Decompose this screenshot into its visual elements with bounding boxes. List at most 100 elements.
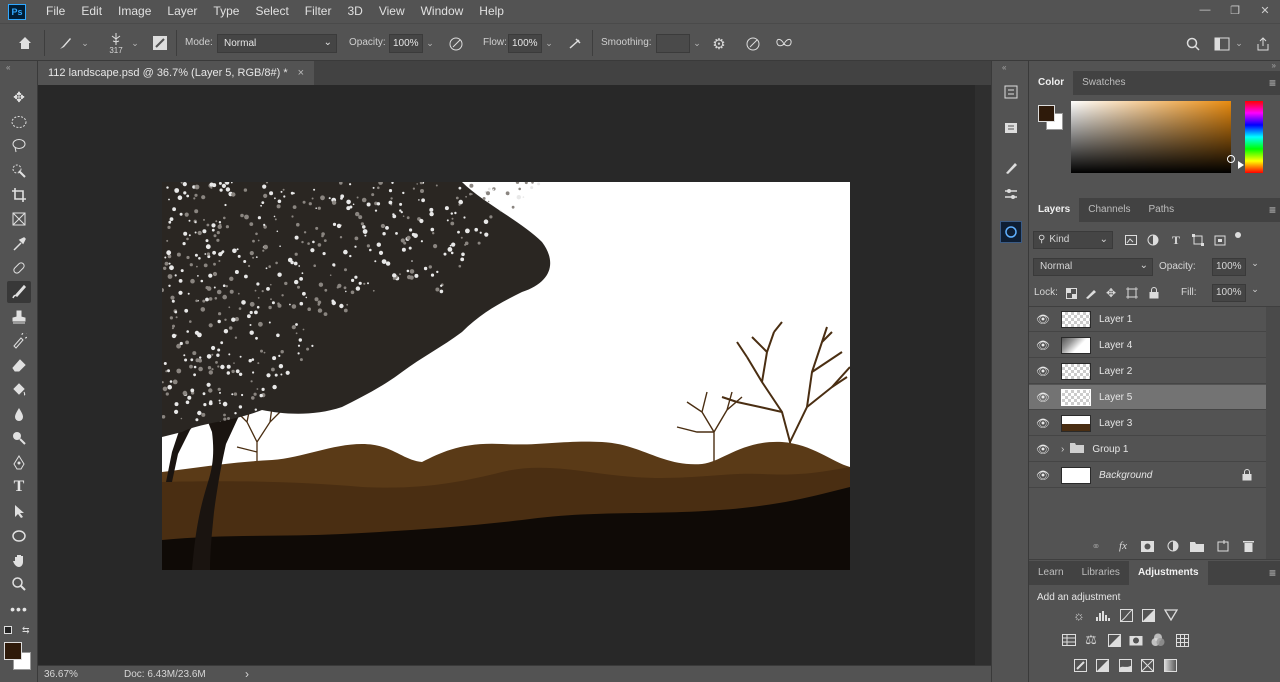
restore-button[interactable]: ❐: [1220, 0, 1250, 20]
document-canvas[interactable]: [162, 182, 850, 570]
airbrush-icon[interactable]: [565, 34, 585, 54]
chevron-down-icon[interactable]: ⌄: [423, 34, 437, 53]
new-group-icon[interactable]: [1189, 538, 1205, 554]
collapse-icon[interactable]: «: [1002, 63, 1006, 72]
filter-adjustment-icon[interactable]: [1145, 232, 1161, 248]
chevron-down-icon[interactable]: ⌄: [128, 34, 142, 53]
filter-pixel-icon[interactable]: [1123, 232, 1139, 248]
vibrance-icon[interactable]: [1163, 607, 1179, 623]
ellipse-tool-icon[interactable]: [7, 525, 31, 547]
visibility-eye-icon[interactable]: 👁: [1029, 391, 1057, 404]
menu-help[interactable]: Help: [471, 0, 512, 23]
brush-size-picker[interactable]: 317: [104, 28, 128, 58]
brush-settings-panel-icon[interactable]: [1000, 183, 1022, 205]
smoothing-input[interactable]: [656, 34, 690, 53]
quick-selection-tool-icon[interactable]: [7, 160, 31, 182]
layer-row[interactable]: 👁 Layer 3: [1029, 411, 1266, 436]
chevron-right-icon[interactable]: ›: [1061, 444, 1064, 455]
layer-row-background[interactable]: 👁 Background: [1029, 463, 1266, 488]
layer-row[interactable]: 👁 Layer 2: [1029, 359, 1266, 384]
home-icon[interactable]: [14, 33, 36, 53]
tab-adjustments[interactable]: Adjustments: [1128, 561, 1208, 585]
gear-icon[interactable]: ⚙: [709, 34, 729, 54]
path-selection-tool-icon[interactable]: [7, 500, 31, 522]
tab-color[interactable]: Color: [1029, 71, 1074, 95]
eyedropper-tool-icon[interactable]: [7, 233, 31, 255]
panel-menu-icon[interactable]: ≡: [1269, 76, 1276, 90]
close-button[interactable]: ✕: [1250, 0, 1280, 20]
move-tool-icon[interactable]: ✥: [7, 86, 31, 108]
lock-position-icon[interactable]: ✥: [1103, 285, 1119, 301]
blur-tool-icon[interactable]: [7, 403, 31, 425]
plugin-panel-icon[interactable]: [1000, 221, 1022, 243]
color-picker-field[interactable]: [1071, 101, 1235, 173]
history-panel-icon[interactable]: [1000, 81, 1022, 103]
more-tools-icon[interactable]: •••: [7, 598, 31, 620]
lock-artboard-icon[interactable]: [1124, 285, 1140, 301]
minimize-button[interactable]: —: [1190, 0, 1220, 20]
layers-scrollbar[interactable]: [1266, 307, 1280, 559]
filter-smart-object-icon[interactable]: [1212, 232, 1228, 248]
tab-swatches[interactable]: Swatches: [1073, 71, 1134, 95]
link-layers-icon[interactable]: ⚭: [1088, 538, 1104, 554]
panel-menu-icon[interactable]: ≡: [1269, 566, 1276, 580]
brush-settings-icon[interactable]: [150, 33, 170, 53]
tab-paths[interactable]: Paths: [1140, 198, 1184, 222]
filter-shape-icon[interactable]: [1190, 232, 1206, 248]
type-tool-icon[interactable]: T: [7, 476, 31, 498]
gradient-map-icon[interactable]: [1162, 657, 1178, 673]
photo-filter-icon[interactable]: [1128, 632, 1144, 648]
layer-row-group[interactable]: 👁 › Group 1: [1029, 437, 1266, 462]
channel-mixer-icon[interactable]: [1150, 632, 1166, 648]
menu-image[interactable]: Image: [110, 0, 159, 23]
hue-saturation-icon[interactable]: [1061, 632, 1077, 648]
marquee-tool-icon[interactable]: [7, 111, 31, 133]
filter-type-icon[interactable]: T: [1168, 232, 1184, 248]
flow-input[interactable]: 100%: [508, 34, 542, 53]
menu-edit[interactable]: Edit: [73, 0, 110, 23]
menu-select[interactable]: Select: [247, 0, 296, 23]
panel-menu-icon[interactable]: ≡: [1269, 203, 1276, 217]
symmetry-butterfly-icon[interactable]: [774, 34, 794, 54]
layer-filter-select[interactable]: ⚲ Kind ⌄: [1033, 231, 1113, 249]
foreground-swatch[interactable]: [1038, 105, 1055, 122]
visibility-eye-icon[interactable]: 👁: [1029, 339, 1057, 352]
menu-filter[interactable]: Filter: [297, 0, 340, 23]
tab-channels[interactable]: Channels: [1079, 198, 1139, 222]
visibility-eye-icon[interactable]: 👁: [1029, 365, 1057, 378]
properties-panel-icon[interactable]: [1000, 117, 1022, 139]
visibility-eye-icon[interactable]: 👁: [1029, 417, 1057, 430]
exposure-icon[interactable]: [1140, 607, 1156, 623]
color-lookup-icon[interactable]: [1174, 632, 1190, 648]
brush-preset-icon[interactable]: [54, 33, 76, 53]
pressure-opacity-icon[interactable]: [446, 34, 466, 54]
zoom-level[interactable]: 36.67%: [44, 669, 78, 680]
workspace-icon[interactable]: [1212, 34, 1232, 54]
color-balance-icon[interactable]: ⚖: [1083, 632, 1099, 648]
threshold-icon[interactable]: [1117, 657, 1133, 673]
invert-icon[interactable]: [1072, 657, 1088, 673]
menu-layer[interactable]: Layer: [159, 0, 205, 23]
swap-colors-icon[interactable]: ⇆: [22, 625, 30, 636]
layer-style-fx-icon[interactable]: fx: [1115, 538, 1131, 554]
add-mask-icon[interactable]: [1139, 538, 1155, 554]
healing-brush-tool-icon[interactable]: [7, 257, 31, 279]
paint-bucket-tool-icon[interactable]: [7, 379, 31, 401]
layer-opacity-input[interactable]: 100%: [1212, 258, 1246, 276]
menu-file[interactable]: File: [38, 0, 73, 23]
new-layer-icon[interactable]: [1215, 538, 1231, 554]
document-tab[interactable]: 112 landscape.psd @ 36.7% (Layer 5, RGB/…: [38, 61, 315, 85]
eraser-tool-icon[interactable]: [7, 354, 31, 376]
zoom-tool-icon[interactable]: [7, 573, 31, 595]
levels-icon[interactable]: [1095, 607, 1111, 623]
search-icon[interactable]: [1183, 34, 1203, 54]
mode-select[interactable]: Normal ⌄: [217, 34, 337, 53]
close-icon[interactable]: ×: [298, 67, 304, 79]
menu-window[interactable]: Window: [413, 0, 472, 23]
layer-row-selected[interactable]: 👁 Layer 5: [1029, 385, 1266, 410]
tab-learn[interactable]: Learn: [1029, 561, 1073, 585]
chevron-down-icon[interactable]: ⌄: [1248, 258, 1262, 269]
menu-type[interactable]: Type: [205, 0, 247, 23]
status-menu-arrow[interactable]: ›: [245, 667, 249, 681]
posterize-icon[interactable]: [1094, 657, 1110, 673]
